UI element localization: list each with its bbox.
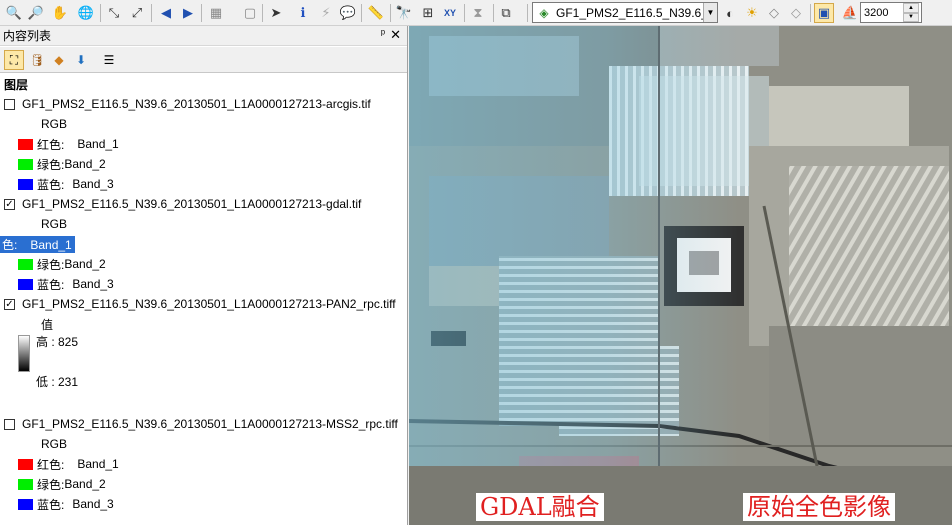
raster-layer-icon: ◈	[539, 5, 549, 20]
scale-value: 3200	[864, 6, 889, 19]
blue-swatch	[18, 178, 33, 190]
swipe-icon[interactable]: ◇	[786, 3, 806, 23]
band-row-red-selected[interactable]: 色: Band_1	[0, 234, 75, 254]
green-swatch	[18, 258, 33, 270]
select-elements-pointer-icon[interactable]: ➤	[266, 3, 286, 23]
layer-name: GF1_PMS2_E116.5_N39.6_20130501_L1A000012…	[22, 97, 371, 111]
layer-visibility-checkbox[interactable]	[4, 98, 15, 110]
fixed-zoom-in-icon[interactable]: ⤡	[104, 3, 124, 23]
toc-title: 内容列表	[3, 29, 52, 43]
green-swatch	[18, 158, 33, 170]
layer-item-gdal[interactable]: ✓ GF1_PMS2_E116.5_N39.6_20130501_L1A0000…	[4, 194, 361, 214]
html-popup-icon[interactable]: 💬	[338, 3, 358, 23]
chevron-down-icon[interactable]: ▼	[703, 3, 717, 22]
layer-name: GF1_PMS2_E116.5_N39.6_20130501_L1A000012…	[22, 417, 398, 431]
brightness-icon[interactable]: ☀	[742, 3, 762, 23]
layer-item-pan[interactable]: ✓ GF1_PMS2_E116.5_N39.6_20130501_L1A0000…	[4, 294, 396, 314]
toc-tree: 图层 GF1_PMS2_E116.5_N39.6_20130501_L1A000…	[0, 74, 407, 525]
red-swatch	[18, 138, 33, 150]
find-binoculars-icon[interactable]: 🔭	[394, 3, 414, 23]
band-row-green: 绿色: Band_2	[18, 154, 106, 174]
zoom-out-icon[interactable]: 🔎	[26, 3, 46, 23]
layer-item-mss[interactable]: GF1_PMS2_E116.5_N39.6_20130501_L1A000012…	[4, 414, 398, 434]
layer-item-arcgis[interactable]: GF1_PMS2_E116.5_N39.6_20130501_L1A000012…	[4, 94, 371, 114]
clear-selection-icon[interactable]: ▢	[240, 3, 260, 23]
pan-hand-icon[interactable]: ✋	[50, 3, 70, 23]
layers-group-label: 图层	[4, 77, 29, 92]
options-icon[interactable]: ☰	[99, 50, 119, 70]
high-value-label: 高 : 825	[36, 334, 79, 349]
toc-title-bar: 内容列表 ᵖ ✕	[0, 26, 407, 46]
time-slider-icon[interactable]: ⧗	[468, 3, 488, 23]
scale-spinner[interactable]: ▲ ▼	[903, 3, 919, 22]
find-route-icon[interactable]: ⊞	[418, 3, 438, 23]
low-value-label: 低 : 231	[36, 374, 79, 389]
layer-dropdown[interactable]: ◈ GF1_PMS2_E116.5_N39.6_20130501_L1A0000…	[532, 2, 718, 23]
band-row-blue: 蓝色: Band_3	[18, 494, 114, 514]
list-by-source-icon[interactable]: 🛢	[27, 50, 47, 70]
create-viewer-window-icon[interactable]: ⧉	[496, 3, 516, 23]
layer-visibility-checkbox[interactable]	[4, 418, 15, 430]
back-arrow-icon[interactable]: ◀	[156, 3, 176, 23]
hyperlink-icon[interactable]: ⚡	[316, 3, 336, 23]
green-swatch	[18, 478, 33, 490]
satellite-imagery	[409, 26, 952, 525]
full-extent-globe-icon[interactable]: 🌐	[76, 3, 96, 23]
red-swatch	[18, 458, 33, 470]
close-icon[interactable]: ✕	[390, 27, 401, 43]
image-analysis-icon[interactable]: ▣	[814, 3, 834, 23]
measure-ruler-icon[interactable]: 📏	[366, 3, 386, 23]
band-row-blue: 蓝色: Band_3	[18, 274, 114, 294]
map-label-gdal-fusion: GDAL融合	[476, 493, 604, 521]
swipe-contrast-icon[interactable]: ◐	[720, 3, 740, 23]
toc-tab-strip: ⛶ 🛢 ◆ ⬇ ☰	[0, 47, 407, 73]
fixed-zoom-out-icon[interactable]: ⤢	[127, 3, 147, 23]
transparency-icon[interactable]: ◇	[764, 3, 784, 23]
band-row-blue: 蓝色: Band_3	[18, 174, 114, 194]
layer-dropdown-value: GF1_PMS2_E116.5_N39.6_20130501_L1A000012…	[556, 5, 703, 20]
spin-up-icon[interactable]: ▲	[903, 3, 919, 13]
spin-down-icon[interactable]: ▼	[903, 12, 919, 22]
layer-visibility-checkbox[interactable]: ✓	[4, 298, 15, 310]
band-row-green: 绿色: Band_2	[18, 474, 106, 494]
main-toolbar: 🔍 🔎 ✋ 🌐 ⤡ ⤢ ◀ ▶ ▦ ▢ ➤ ℹ ⚡ 💬 📏 🔭 ⊞ XY ⧗ ⧉…	[0, 0, 952, 26]
identify-info-icon[interactable]: ℹ	[293, 3, 313, 23]
layer-type-label: RGB	[41, 437, 68, 451]
list-by-selection-icon[interactable]: ⬇	[71, 50, 91, 70]
list-by-drawing-order-icon[interactable]: ⛶	[4, 50, 24, 70]
table-of-contents-panel: 内容列表 ᵖ ✕ ⛶ 🛢 ◆ ⬇ ☰ 图层 GF1_PMS2_E116.5_N3…	[0, 26, 408, 525]
blue-swatch	[18, 278, 33, 290]
band-row-red: 红色: Band_1	[18, 454, 119, 474]
select-features-icon[interactable]: ▦	[206, 3, 226, 23]
layer-visibility-checkbox[interactable]: ✓	[4, 198, 15, 210]
band-row-red: 红色: Band_1	[18, 134, 119, 154]
map-scale-icon[interactable]: ⛵	[840, 3, 860, 23]
layer-name: GF1_PMS2_E116.5_N39.6_20130501_L1A000012…	[22, 197, 362, 211]
forward-arrow-icon[interactable]: ▶	[178, 3, 198, 23]
go-to-xy-icon[interactable]: XY	[440, 3, 460, 23]
pin-icon[interactable]: ᵖ	[381, 28, 385, 40]
layer-name: GF1_PMS2_E116.5_N39.6_20130501_L1A000012…	[22, 297, 396, 311]
band-row-green: 绿色: Band_2	[18, 254, 106, 274]
stretch-gradient-ramp	[18, 335, 30, 372]
zoom-in-icon[interactable]: 🔍	[4, 3, 24, 23]
map-display[interactable]: GDAL融合 原始全色影像	[409, 26, 952, 525]
map-label-original-pan: 原始全色影像	[743, 493, 895, 521]
layer-type-label: RGB	[41, 217, 68, 231]
layer-type-label: RGB	[41, 117, 68, 131]
blue-swatch	[18, 498, 33, 510]
list-by-visibility-icon[interactable]: ◆	[49, 50, 69, 70]
